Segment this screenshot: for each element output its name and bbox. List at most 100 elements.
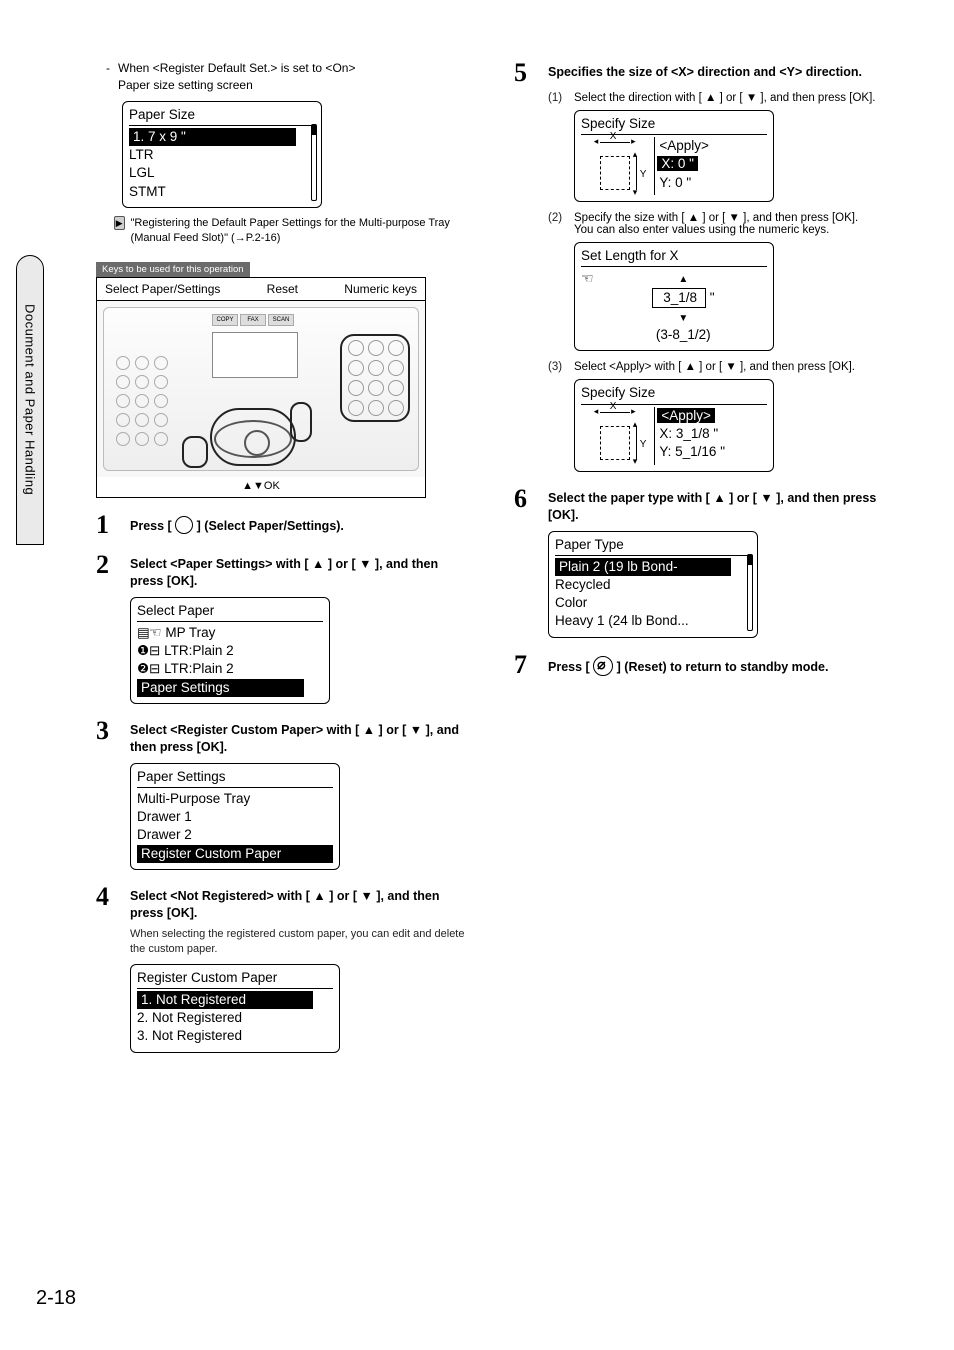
reset-key-icon bbox=[593, 656, 613, 676]
up-arrow-icon bbox=[600, 269, 767, 287]
lcd-title: Paper Type bbox=[555, 536, 751, 556]
keys-band-label: Keys to be used for this operation bbox=[96, 262, 250, 277]
side-tab: Document and Paper Handling bbox=[16, 255, 44, 545]
tab-fax: FAX bbox=[240, 314, 266, 326]
highlight-reset bbox=[290, 402, 312, 442]
lcd-row: 3. Not Registered bbox=[137, 1027, 333, 1045]
lcd-register-custom: Register Custom Paper 1. Not Registered … bbox=[130, 964, 340, 1053]
keys-panel: Keys to be used for this operation Selec… bbox=[96, 261, 466, 498]
step-text: Press [ ] (Reset) to return to standby m… bbox=[548, 652, 884, 678]
lcd-select-paper: Select Paper ▤☜ MP Tray ❶⊟ LTR:Plain 2 ❷… bbox=[130, 597, 330, 704]
step-number: 4 bbox=[96, 884, 130, 923]
step-text: Press [ ] (Select Paper/Settings). bbox=[130, 512, 466, 538]
lcd-row: Y: 5_1/16 " bbox=[659, 443, 767, 461]
down-arrow-icon bbox=[600, 308, 767, 326]
sub-text: Select <Apply> with [ ▲ ] or [ ▼ ], and … bbox=[574, 361, 855, 373]
step-text: Select the paper type with [ ▲ ] or [ ▼ … bbox=[548, 491, 876, 523]
lcd-row: LGL bbox=[129, 164, 315, 182]
step-number: 6 bbox=[514, 486, 548, 525]
sub-text: Specify the size with [ ▲ ] or [ ▼ ], an… bbox=[574, 212, 858, 224]
panel-label-c: Numeric keys bbox=[344, 282, 417, 296]
right-column: 5 Specifies the size of <X> direction an… bbox=[514, 60, 884, 1059]
panel-screen bbox=[212, 332, 298, 378]
left-column: - When <Register Default Set.> is set to… bbox=[96, 60, 466, 1059]
lcd-row: LTR bbox=[129, 146, 315, 164]
bullet-note: - When <Register Default Set.> is set to… bbox=[106, 60, 466, 95]
step-number: 1 bbox=[96, 512, 130, 538]
step-4-note: When selecting the registered custom pap… bbox=[130, 927, 466, 958]
lcd-row: STMT bbox=[129, 183, 315, 201]
lcd-paper-type: Paper Type Plain 2 (19 lb Bond- Recycled… bbox=[548, 531, 758, 638]
lcd-paper-settings: Paper Settings Multi-Purpose Tray Drawer… bbox=[130, 763, 340, 870]
lcd-row-highlight: 1. Not Registered bbox=[137, 991, 313, 1009]
select-paper-key-icon bbox=[175, 516, 193, 534]
step-2: 2 Select <Paper Settings> with [ ▲ ] or … bbox=[96, 552, 466, 591]
lcd-title: Register Custom Paper bbox=[137, 969, 333, 989]
step-1: 1 Press [ ] (Select Paper/Settings). bbox=[96, 512, 466, 538]
step-text: Specifies the size of <X> direction and … bbox=[548, 65, 862, 79]
bullet-line2: Paper size setting screen bbox=[118, 78, 253, 92]
step-3: 3 Select <Register Custom Paper> with [ … bbox=[96, 718, 466, 757]
content: - When <Register Default Set.> is set to… bbox=[96, 60, 886, 1059]
step-7: 7 Press [ ] (Reset) to return to standby… bbox=[514, 652, 884, 678]
scrollbar bbox=[311, 124, 317, 201]
step-text: Select <Paper Settings> with [ ▲ ] or [ … bbox=[130, 557, 438, 589]
lcd-row-highlight: <Apply> bbox=[657, 408, 715, 423]
substeps: (3)Select <Apply> with [ ▲ ] or [ ▼ ], a… bbox=[548, 361, 884, 373]
step-6: 6 Select the paper type with [ ▲ ] or [ … bbox=[514, 486, 884, 525]
step-4: 4 Select <Not Registered> with [ ▲ ] or … bbox=[96, 884, 466, 923]
highlight-select-paper bbox=[182, 436, 208, 468]
lcd-row: 2. Not Registered bbox=[137, 1009, 333, 1027]
apply-row: <Apply> bbox=[659, 137, 767, 155]
lcd-row: Heavy 1 (24 lb Bond... bbox=[555, 612, 751, 630]
lcd-row: Multi-Purpose Tray bbox=[137, 790, 333, 808]
lcd-row: Recycled bbox=[555, 576, 751, 594]
panel-illustration: COPY FAX SCAN bbox=[97, 301, 425, 477]
value-box: 3_1/8 bbox=[652, 288, 706, 308]
lcd-row: Drawer 1 bbox=[137, 808, 333, 826]
xy-diagram: X Y bbox=[581, 137, 655, 195]
hand-icon: ☜ bbox=[149, 624, 162, 640]
lcd-row: ▤☜ MP Tray bbox=[137, 624, 323, 642]
step-number: 7 bbox=[514, 652, 548, 678]
step-number: 5 bbox=[514, 60, 548, 86]
lcd-paper-size: Paper Size 1. 7 x 9 " LTR LGL STMT bbox=[122, 101, 322, 208]
lcd-set-length: Set Length for X ☜ 3_1/8 " (3-8_1/2) bbox=[574, 242, 774, 351]
lcd-row: Drawer 2 bbox=[137, 826, 333, 844]
step-number: 3 bbox=[96, 718, 130, 757]
lcd-row: ❷⊟ LTR:Plain 2 bbox=[137, 660, 323, 678]
dash: - bbox=[106, 60, 118, 95]
lcd-specify-size-2: Specify Size X Y <Apply> X: 3_1/8 " Y: 5… bbox=[574, 379, 774, 471]
lcd-row-highlight: Paper Settings bbox=[137, 679, 304, 697]
highlight-numeric bbox=[340, 334, 410, 422]
range: (3-8_1/2) bbox=[600, 326, 767, 344]
cassette-2-icon: ❷ bbox=[137, 660, 149, 678]
substeps: (1)Select the direction with [ ▲ ] or [ … bbox=[548, 92, 884, 104]
step-number: 2 bbox=[96, 552, 130, 591]
lcd-row: Y: 0 " bbox=[659, 174, 767, 192]
panel-box: Select Paper/Settings Reset Numeric keys… bbox=[96, 277, 426, 498]
lcd-row-highlight: X: 0 " bbox=[657, 156, 698, 171]
page-number: 2-18 bbox=[36, 1287, 76, 1310]
crossref: ▶ "Registering the Default Paper Setting… bbox=[114, 216, 466, 247]
hand-icon: ☜ bbox=[581, 271, 594, 285]
cassette-1-icon: ❶ bbox=[137, 642, 149, 660]
panel-left-keys bbox=[116, 356, 168, 446]
sub-text-2: You can also enter values using the nume… bbox=[574, 224, 829, 236]
scrollbar bbox=[747, 554, 753, 631]
panel-tabs: COPY FAX SCAN bbox=[212, 314, 294, 326]
highlight-ok-keys bbox=[210, 408, 296, 466]
substeps: (2) Specify the size with [ ▲ ] or [ ▼ ]… bbox=[548, 212, 884, 236]
sub-num: (2) bbox=[548, 212, 574, 236]
panel-label-b: Reset bbox=[267, 282, 298, 296]
step-text: Select <Register Custom Paper> with [ ▲ … bbox=[130, 723, 459, 755]
crossref-text: "Registering the Default Paper Settings … bbox=[131, 216, 466, 247]
lcd-title: Paper Size bbox=[129, 106, 315, 126]
lcd-title: Select Paper bbox=[137, 602, 323, 622]
sub-text: Select the direction with [ ▲ ] or [ ▼ ]… bbox=[574, 92, 875, 104]
sub-num: (1) bbox=[548, 92, 574, 104]
panel-labels: Select Paper/Settings Reset Numeric keys bbox=[97, 278, 425, 301]
panel-label-a: Select Paper/Settings bbox=[105, 282, 220, 296]
lcd-row: X: 3_1/8 " bbox=[659, 425, 767, 443]
lcd-row-highlight: Register Custom Paper bbox=[137, 845, 333, 863]
